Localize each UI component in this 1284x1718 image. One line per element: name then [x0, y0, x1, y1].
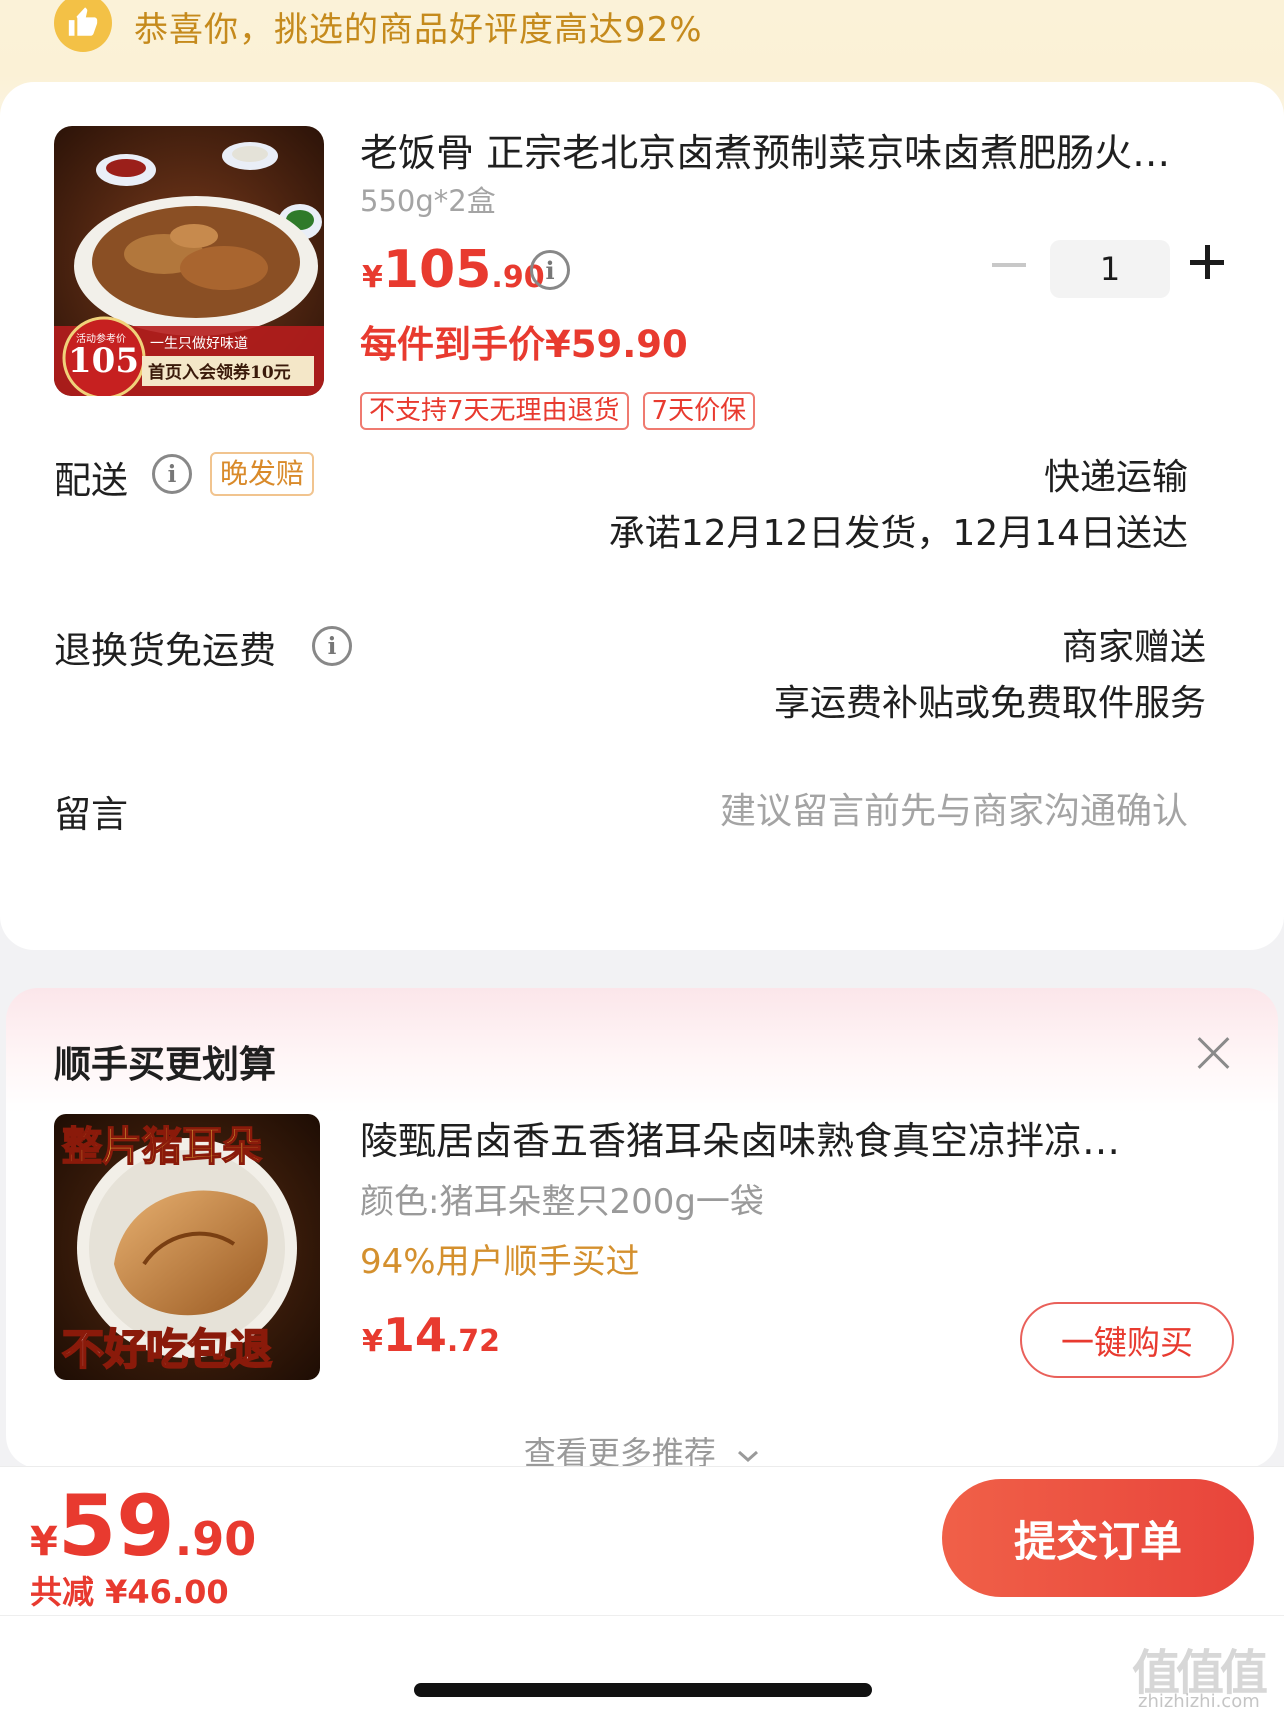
- recommend-item-price: ¥ 14 .72: [362, 1308, 500, 1362]
- tag-price-protect: 7天价保: [642, 392, 756, 430]
- message-input[interactable]: 建议留言前先与商家沟通确认: [720, 782, 1188, 834]
- total-integer: 59: [57, 1477, 175, 1575]
- close-icon[interactable]: [1194, 1032, 1234, 1072]
- tag-no-return: 不支持7天无理由退货: [360, 392, 629, 430]
- final-price: 每件到手价¥59.90: [360, 323, 688, 366]
- quantity-plus-button[interactable]: [1190, 242, 1230, 282]
- quantity-input[interactable]: 1: [1050, 240, 1170, 298]
- watermark-url: zhizhizhi.com: [1138, 1691, 1260, 1712]
- total-currency: ¥: [30, 1519, 58, 1565]
- image-coupon: 首页入会领券10元: [148, 362, 291, 383]
- order-card: 活动参考价 105 一生只做好味道 首页入会领券10元 老饭骨 正宗老北京卤煮预…: [0, 82, 1284, 950]
- total-price: ¥ 59 .90: [30, 1477, 256, 1575]
- delivery-label: 配送: [54, 459, 128, 502]
- image-ref-price: 105: [68, 341, 139, 381]
- product-image[interactable]: 活动参考价 105 一生只做好味道 首页入会领券10元: [54, 126, 324, 396]
- product-spec: 550g*2盒: [360, 184, 496, 218]
- checkout-bar: ¥ 59 .90 共减 ¥46.00 提交订单 值值值 zhizhizhi.co…: [0, 1466, 1284, 1718]
- image-top-text: 整片猪耳朵: [62, 1124, 262, 1170]
- return-detail: 享运费补贴或免费取件服务: [773, 683, 1206, 724]
- return-provider: 商家赠送: [1061, 627, 1206, 668]
- recommend-item-spec: 颜色:猪耳朵整只200g一袋: [360, 1182, 764, 1222]
- product-title[interactable]: 老饭骨 正宗老北京卤煮预制菜京味卤煮肥肠火…: [360, 122, 1210, 177]
- total-decimal: .90: [174, 1512, 257, 1566]
- recommend-image[interactable]: 整片猪耳朵 不好吃包退: [54, 1114, 320, 1380]
- recommend-item-name[interactable]: 陵甄居卤香五香猪耳朵卤味熟食真空凉拌凉…: [360, 1110, 1230, 1165]
- product-price: ¥ 105 .90: [362, 240, 545, 300]
- divider: [0, 1615, 1284, 1616]
- quantity-minus-button[interactable]: [992, 263, 1026, 267]
- thumbs-up-icon: [54, 0, 112, 52]
- recommend-title: 顺手买更划算: [54, 1043, 276, 1086]
- rec-price-currency: ¥: [362, 1324, 383, 1359]
- price-integer: 105: [382, 240, 492, 300]
- late-compensation-tag: 晚发赔: [210, 452, 315, 496]
- banner-text: 恭喜你，挑选的商品好评度高达92%: [134, 10, 703, 50]
- one-click-buy-button[interactable]: 一键购买: [1020, 1302, 1234, 1378]
- return-shipping-label: 退换货免运费: [54, 629, 276, 672]
- order-confirm-page: 恭喜你，挑选的商品好评度高达92% 活动参考价 105 一生只做好味道 首页入会…: [0, 0, 1284, 1718]
- price-info-icon[interactable]: i: [530, 250, 570, 290]
- recommend-item-social: 94%用户顺手买过: [360, 1242, 640, 1282]
- submit-order-button[interactable]: 提交订单: [942, 1479, 1254, 1597]
- rec-price-integer: 14: [382, 1308, 447, 1362]
- recommend-card: 顺手买更划算 整片猪耳朵 不好吃包退 陵甄居卤香五香猪耳朵卤味熟食真空凉拌凉… …: [6, 988, 1278, 1472]
- image-bottom-text: 不好吃包退: [62, 1325, 272, 1374]
- price-currency: ¥: [362, 260, 383, 295]
- home-indicator[interactable]: [414, 1683, 872, 1697]
- return-info-icon[interactable]: i: [312, 626, 352, 666]
- total-saved[interactable]: 共减 ¥46.00: [30, 1567, 229, 1613]
- delivery-promise: 承诺12月12日发货，12月14日送达: [608, 513, 1188, 554]
- image-slogan: 一生只做好味道: [150, 336, 248, 352]
- rec-price-decimal: .72: [446, 1324, 501, 1359]
- message-label: 留言: [54, 793, 128, 836]
- delivery-method[interactable]: 快递运输: [1044, 448, 1188, 500]
- product-tags: 不支持7天无理由退货 7天价保: [360, 392, 756, 430]
- delivery-info-icon[interactable]: i: [152, 454, 192, 494]
